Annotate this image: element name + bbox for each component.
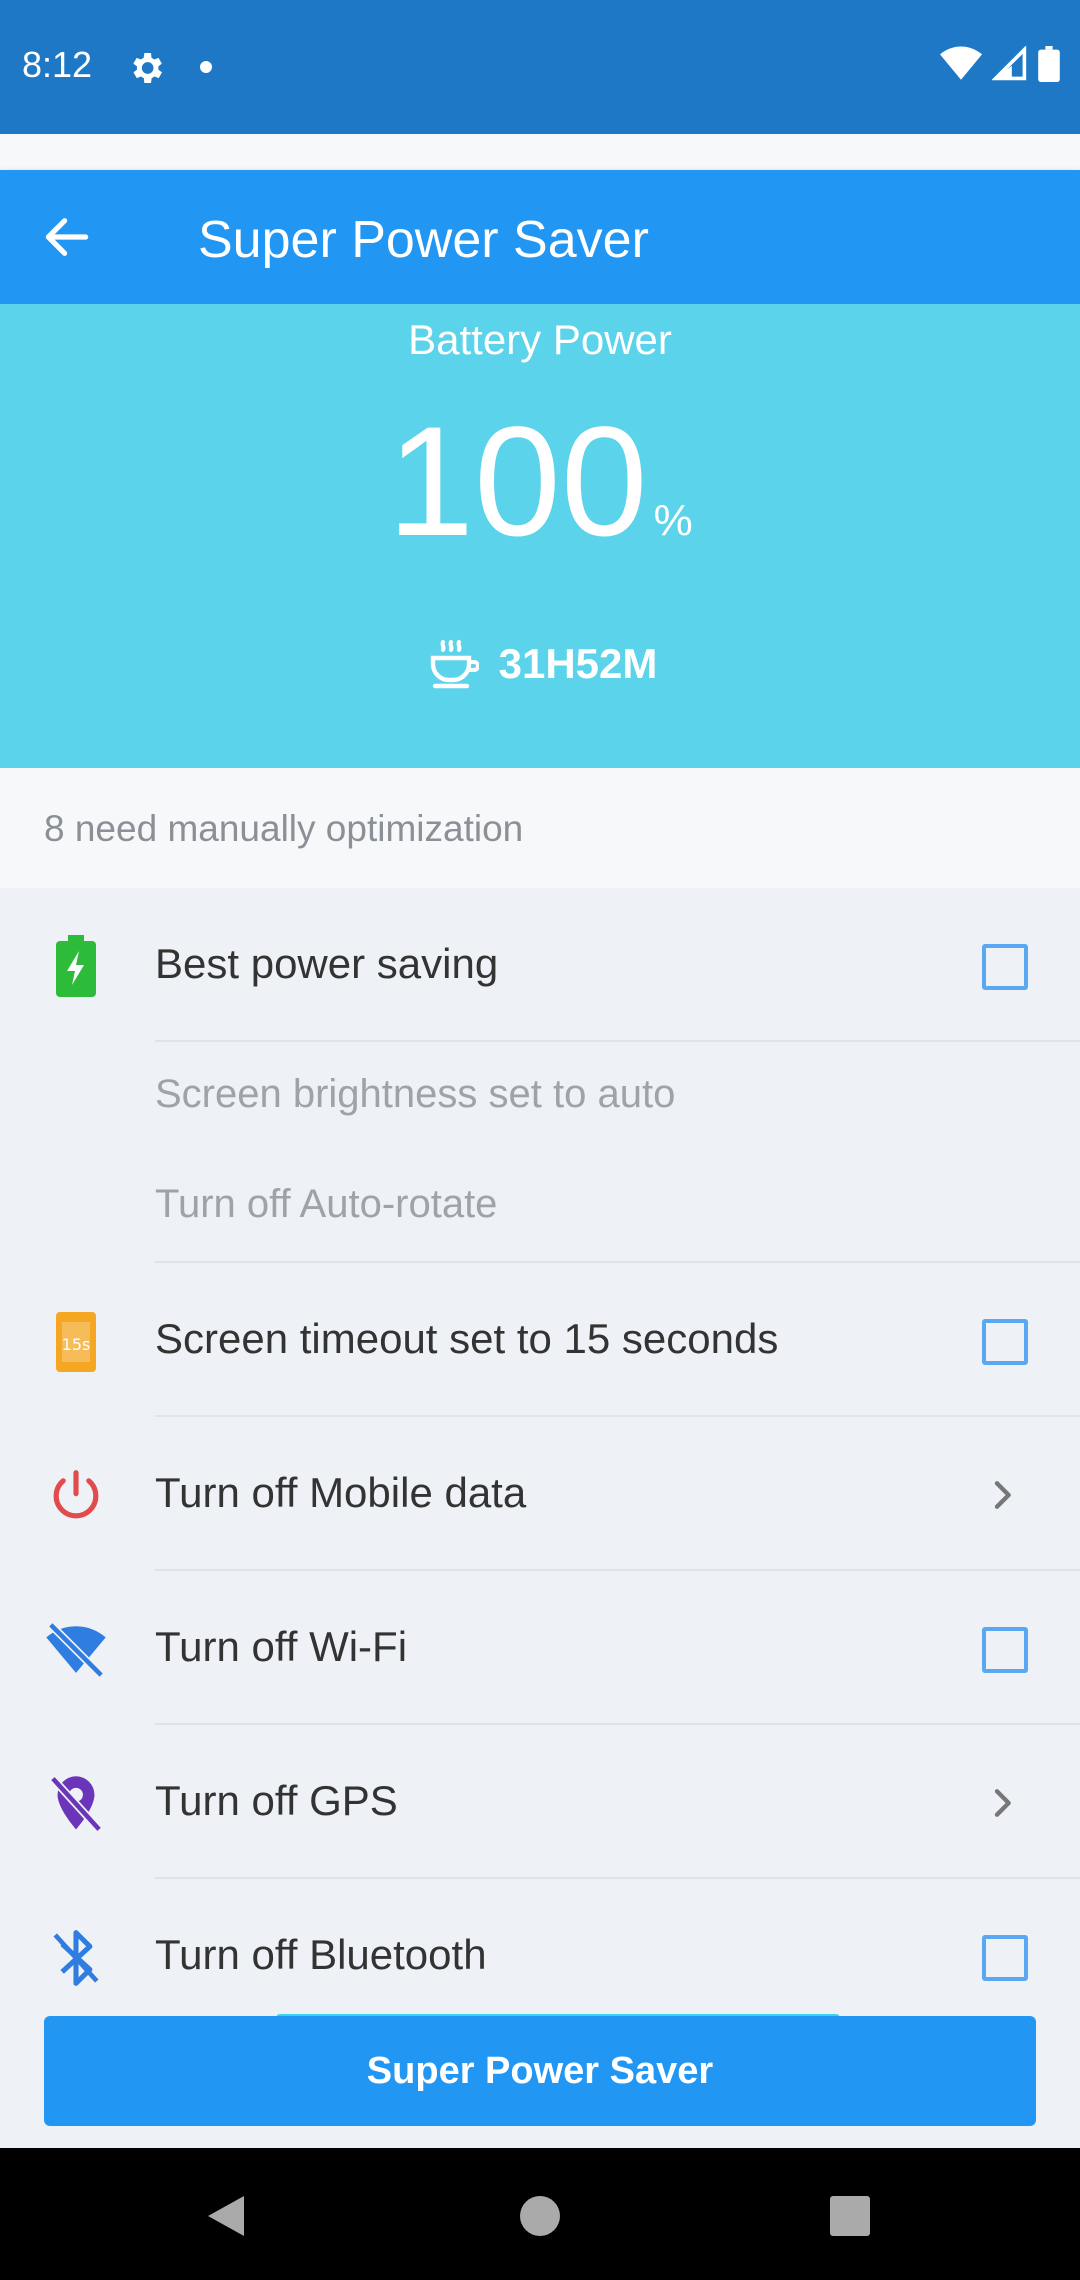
list-item-mobile-data[interactable]: Turn off Mobile data — [0, 1417, 1080, 1571]
battery-label: Battery Power — [408, 316, 672, 363]
battery-icon — [1038, 46, 1060, 82]
app-bar: Super Power Saver — [0, 170, 1080, 304]
list-item-label: Turn off Mobile data — [155, 1469, 527, 1516]
list-item-best-power-saving[interactable]: Best power saving — [0, 888, 1080, 1042]
remaining-time: 31H52M — [0, 638, 1080, 690]
screen-timeout-checkbox[interactable] — [982, 1319, 1028, 1365]
section-header: 8 need manually optimization — [0, 768, 1080, 888]
list-item-label: Best power saving — [155, 940, 499, 987]
cellular-signal-icon — [992, 46, 1027, 81]
battery-level: 100 % — [0, 404, 1080, 560]
svg-text:15s: 15s — [62, 1335, 91, 1354]
battery-charging-icon — [44, 935, 108, 999]
power-icon — [44, 1464, 108, 1528]
battery-percent-value: 100 — [387, 395, 648, 569]
notification-dot-icon — [200, 61, 212, 73]
nav-recents-icon[interactable] — [830, 2196, 870, 2236]
best-power-saving-checkbox[interactable] — [982, 944, 1028, 990]
bluetooth-checkbox[interactable] — [982, 1935, 1028, 1981]
wifi-off-icon — [44, 1618, 108, 1682]
best-power-saving-details: Screen brightness set to auto Turn off A… — [0, 1042, 1080, 1263]
list-item-gps[interactable]: Turn off GPS — [0, 1725, 1080, 1879]
list-item-bluetooth[interactable]: Turn off Bluetooth — [0, 1879, 1080, 2033]
bluetooth-off-icon — [44, 1926, 108, 1990]
back-button[interactable] — [30, 200, 104, 274]
list-item-wifi[interactable]: Turn off Wi-Fi — [0, 1571, 1080, 1725]
status-icons — [940, 46, 1060, 82]
system-nav-bar — [0, 2148, 1080, 2280]
list-item-label: Turn off Bluetooth — [155, 1931, 487, 1978]
status-bar: 8:12 — [0, 0, 1080, 134]
chevron-right-icon[interactable] — [982, 1475, 1022, 1515]
status-time: 8:12 — [22, 44, 93, 85]
wifi-icon — [940, 46, 982, 80]
list-item-screen-timeout[interactable]: 15s Screen timeout set to 15 seconds — [0, 1263, 1080, 1417]
sub-item-auto-rotate: Turn off Auto-rotate — [155, 1182, 498, 1226]
nav-home-icon[interactable] — [520, 2196, 560, 2236]
remaining-time-text: 31H52M — [498, 640, 658, 687]
page-title: Super Power Saver — [198, 211, 649, 269]
settings-gear-icon — [133, 53, 162, 83]
arrow-back-icon — [45, 218, 89, 256]
list-item-label: Turn off Wi-Fi — [155, 1623, 408, 1670]
nav-back-icon[interactable] — [204, 2192, 248, 2240]
sub-item-brightness: Screen brightness set to auto — [155, 1072, 676, 1116]
timer-15s-icon: 15s — [44, 1310, 108, 1374]
coffee-cup-icon — [430, 640, 479, 689]
optimization-count: 8 need manually optimization — [44, 808, 524, 849]
battery-panel: Battery Power 100 % 31H52M — [0, 304, 1080, 768]
wifi-checkbox[interactable] — [982, 1627, 1028, 1673]
divider-strip — [0, 134, 1080, 170]
gps-off-icon — [44, 1772, 108, 1836]
list-item-label: Turn off GPS — [155, 1777, 398, 1824]
chevron-right-icon[interactable] — [982, 1783, 1022, 1823]
list-item-label: Screen timeout set to 15 seconds — [155, 1315, 779, 1362]
super-power-saver-button[interactable]: Super Power Saver — [44, 2016, 1036, 2126]
battery-percent-unit: % — [653, 496, 693, 545]
